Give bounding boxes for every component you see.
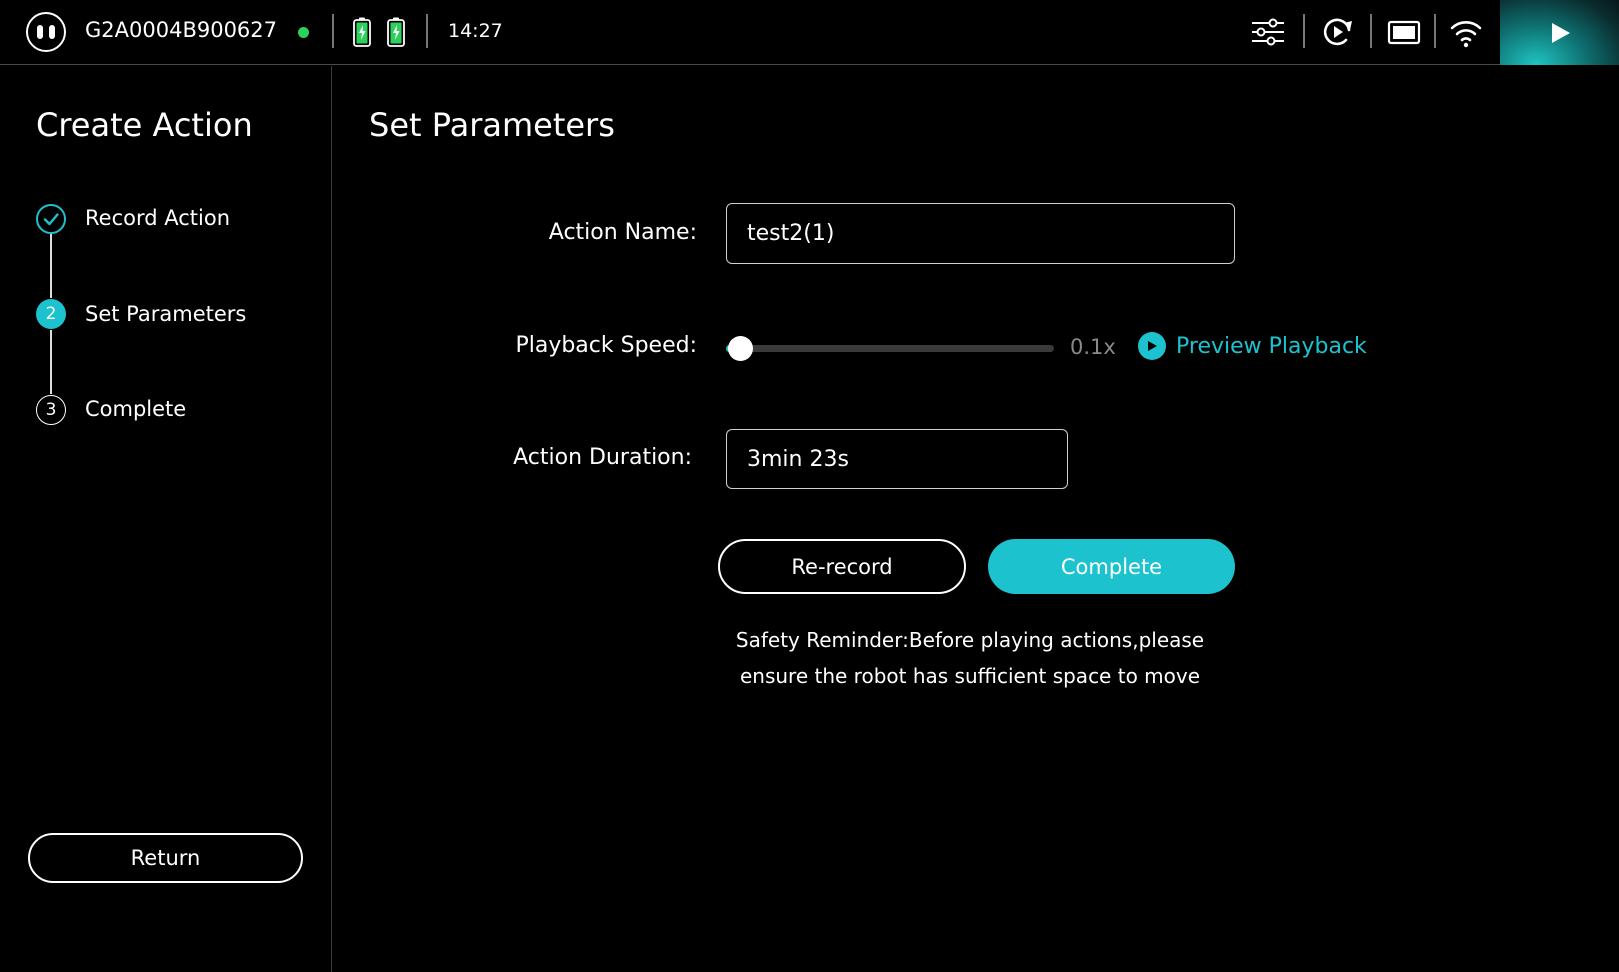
wifi-icon[interactable] [1449,15,1483,49]
connection-status-dot [298,27,309,38]
run-button[interactable] [1500,0,1619,65]
playback-speed-label: Playback Speed: [515,333,697,358]
safety-reminder: Safety Reminder:Before playing actions,p… [700,622,1240,694]
action-duration-field[interactable]: 3min 23s [726,429,1068,489]
sliders-icon[interactable] [1251,15,1285,49]
action-duration-label: Action Duration: [513,445,692,470]
rerecord-button[interactable]: Re-record [718,539,966,594]
step-connector [50,234,52,298]
page-title: Set Parameters [369,106,615,144]
play-icon [1551,22,1570,43]
sidebar-title: Create Action [36,106,253,144]
refresh-play-icon[interactable] [1320,15,1354,49]
battery-charging-icon [387,17,405,47]
safety-reminder-line: ensure the robot has sufficient space to… [739,664,1201,688]
device-id: G2A0004B900627 [85,18,278,42]
play-circle-icon [1138,332,1166,360]
step-number-badge: 2 [36,299,66,329]
clock: 14:27 [448,20,503,42]
preview-playback-label: Preview Playback [1176,333,1367,359]
safety-reminder-line: Safety Reminder:Before playing actions,p… [735,628,1205,652]
return-button[interactable]: Return [28,833,303,883]
slider-thumb[interactable] [728,336,753,361]
step-complete: Complete [85,397,187,421]
divider [1434,14,1436,48]
step-set-parameters: Set Parameters [85,302,247,326]
sidebar: Create Action Record Action 2 Set Parame… [0,66,332,972]
divider [1370,14,1372,48]
screen-icon[interactable] [1387,15,1421,49]
step-number-badge: 3 [36,395,66,425]
divider [1303,14,1305,48]
playback-speed-value: 0.1x [1070,335,1116,359]
step-record-action: Record Action [85,206,231,230]
check-icon [36,204,66,234]
status-bar: G2A0004B900627 14:27 [0,0,1619,65]
complete-button[interactable]: Complete [988,539,1235,594]
preview-playback-link[interactable]: Preview Playback [1138,332,1367,360]
playback-speed-slider[interactable] [726,336,1054,361]
action-name-label: Action Name: [548,220,697,245]
battery-charging-icon [353,17,371,47]
divider [332,14,334,48]
divider [426,14,428,48]
robot-face-icon [26,12,66,52]
action-name-input[interactable]: test2(1) [726,203,1235,264]
step-connector [50,330,52,394]
